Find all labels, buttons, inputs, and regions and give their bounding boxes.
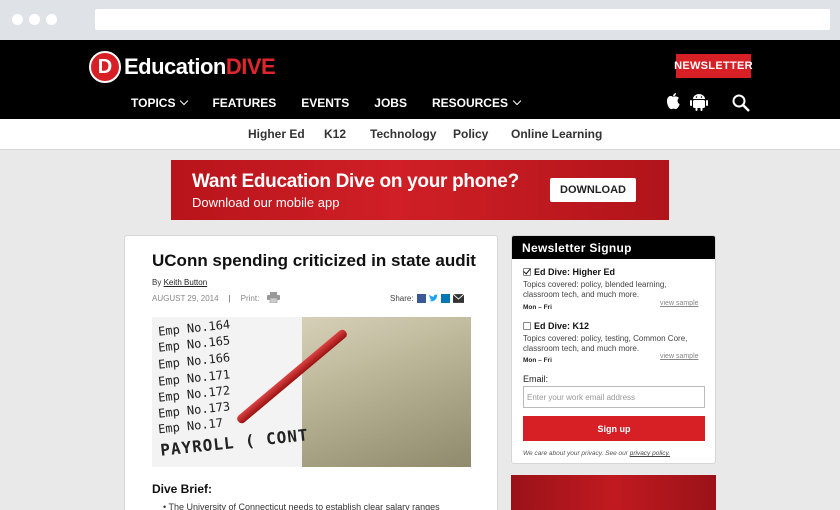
subnav-policy[interactable]: Policy bbox=[453, 127, 488, 141]
email-label: Email: bbox=[523, 374, 549, 384]
article-date: AUGUST 29, 2014 bbox=[152, 294, 219, 303]
signup-button[interactable]: Sign up bbox=[523, 416, 705, 441]
linkedin-icon[interactable] bbox=[440, 294, 450, 303]
view-sample-link[interactable]: view sample bbox=[660, 300, 699, 307]
nav-features[interactable]: FEATURES bbox=[212, 96, 276, 110]
subnav-technology[interactable]: Technology bbox=[370, 127, 436, 141]
share-label: Share: bbox=[390, 294, 414, 303]
main-nav: TOPICS FEATURES EVENTS JOBS RESOURCES bbox=[131, 96, 545, 110]
download-button[interactable]: DOWNLOAD bbox=[550, 178, 636, 202]
print-icon[interactable] bbox=[267, 292, 280, 303]
app-promo-banner[interactable]: Want Education Dive on your phone? Downl… bbox=[171, 160, 669, 220]
banner-subline: Download our mobile app bbox=[192, 195, 340, 210]
sub-nav: Higher Ed K12 Technology Policy Online L… bbox=[0, 119, 840, 150]
site-header: D EducationDIVE NEWSLETTER TOPICS FEATUR… bbox=[0, 40, 840, 119]
newsletter-heading: Newsletter Signup bbox=[512, 236, 715, 259]
money-stack bbox=[287, 317, 471, 467]
author-link[interactable]: Keith Button bbox=[164, 278, 208, 287]
logo-wordmark: EducationDIVE bbox=[124, 54, 276, 80]
search-icon[interactable] bbox=[732, 94, 750, 112]
window-dot bbox=[46, 14, 57, 25]
logo-badge: D bbox=[89, 51, 121, 83]
nav-label: FEATURES bbox=[212, 96, 277, 110]
banner-headline: Want Education Dive on your phone? bbox=[192, 171, 519, 192]
by-prefix: By bbox=[152, 278, 162, 287]
byline: By Keith Button bbox=[152, 278, 207, 287]
option-higher-ed[interactable]: Ed Dive: Higher Ed bbox=[523, 267, 615, 277]
print-label: Print: bbox=[240, 294, 260, 303]
newsletter-button[interactable]: NEWSLETTER bbox=[674, 54, 753, 78]
brief-bullet: • The University of Connecticut needs to… bbox=[163, 502, 440, 510]
meta-separator: | bbox=[228, 294, 231, 303]
newsletter-signup-panel: Newsletter Signup Ed Dive: Higher Ed Top… bbox=[511, 235, 716, 464]
privacy-text: We care about your privacy. See our bbox=[523, 450, 628, 457]
nav-jobs[interactable]: JOBS bbox=[374, 96, 407, 110]
option-k12[interactable]: Ed Dive: K12 bbox=[523, 321, 589, 331]
nav-label: TOPICS bbox=[131, 96, 176, 110]
chevron-down-icon bbox=[512, 96, 522, 106]
dive-brief-heading: Dive Brief: bbox=[152, 482, 213, 496]
article-image: Emp No.164 Emp No.165 Emp No.166 Emp No.… bbox=[152, 317, 471, 467]
sidebar-ad[interactable] bbox=[511, 475, 716, 510]
window-dot bbox=[12, 14, 23, 25]
window-dot bbox=[29, 14, 40, 25]
option-label: Ed Dive: Higher Ed bbox=[534, 267, 616, 277]
option-desc: Topics covered: policy, testing, Common … bbox=[523, 334, 688, 353]
view-sample-link[interactable]: view sample bbox=[660, 353, 699, 360]
privacy-policy-link[interactable]: privacy policy. bbox=[630, 450, 670, 457]
chevron-down-icon bbox=[180, 96, 189, 106]
article-title: UConn spending criticized in state audit bbox=[152, 251, 476, 270]
nav-topics[interactable]: TOPICS bbox=[131, 96, 189, 110]
nav-label: EVENTS bbox=[301, 96, 350, 110]
twitter-icon[interactable] bbox=[428, 294, 438, 303]
article-card: UConn spending criticized in state audit… bbox=[124, 235, 498, 510]
option-frequency: Mon – Fri bbox=[523, 357, 552, 364]
nav-resources[interactable]: RESOURCES bbox=[431, 96, 522, 110]
subnav-online-learning[interactable]: Online Learning bbox=[511, 127, 602, 141]
site-logo[interactable]: D EducationDIVE bbox=[89, 51, 276, 83]
logo-accent: DIVE bbox=[225, 54, 276, 79]
subnav-higher-ed[interactable]: Higher Ed bbox=[248, 127, 305, 141]
subnav-k12[interactable]: K12 bbox=[324, 127, 346, 141]
checkbox-checked[interactable] bbox=[523, 268, 531, 276]
nav-events[interactable]: EVENTS bbox=[301, 96, 349, 110]
nav-label: RESOURCES bbox=[431, 96, 508, 110]
email-icon[interactable] bbox=[452, 294, 464, 303]
privacy-note: We care about your privacy. See our priv… bbox=[523, 450, 670, 457]
facebook-icon[interactable] bbox=[416, 294, 426, 303]
apple-icon[interactable] bbox=[665, 92, 681, 111]
option-frequency: Mon – Fri bbox=[523, 304, 552, 311]
option-desc: Topics covered: policy, blended learning… bbox=[523, 280, 667, 299]
share-bar: Share: bbox=[390, 294, 464, 303]
logo-word: Education bbox=[124, 54, 226, 79]
checkbox[interactable] bbox=[523, 322, 531, 330]
nav-label: JOBS bbox=[374, 96, 407, 110]
bullet-text: The University of Connecticut needs to e… bbox=[168, 502, 440, 510]
android-icon[interactable] bbox=[690, 91, 708, 111]
article-meta: AUGUST 29, 2014 | Print: bbox=[152, 294, 259, 303]
browser-chrome bbox=[0, 0, 840, 40]
option-label: Ed Dive: K12 bbox=[534, 321, 590, 331]
email-field[interactable]: Enter your work email address bbox=[523, 386, 705, 408]
address-bar[interactable] bbox=[95, 9, 830, 30]
